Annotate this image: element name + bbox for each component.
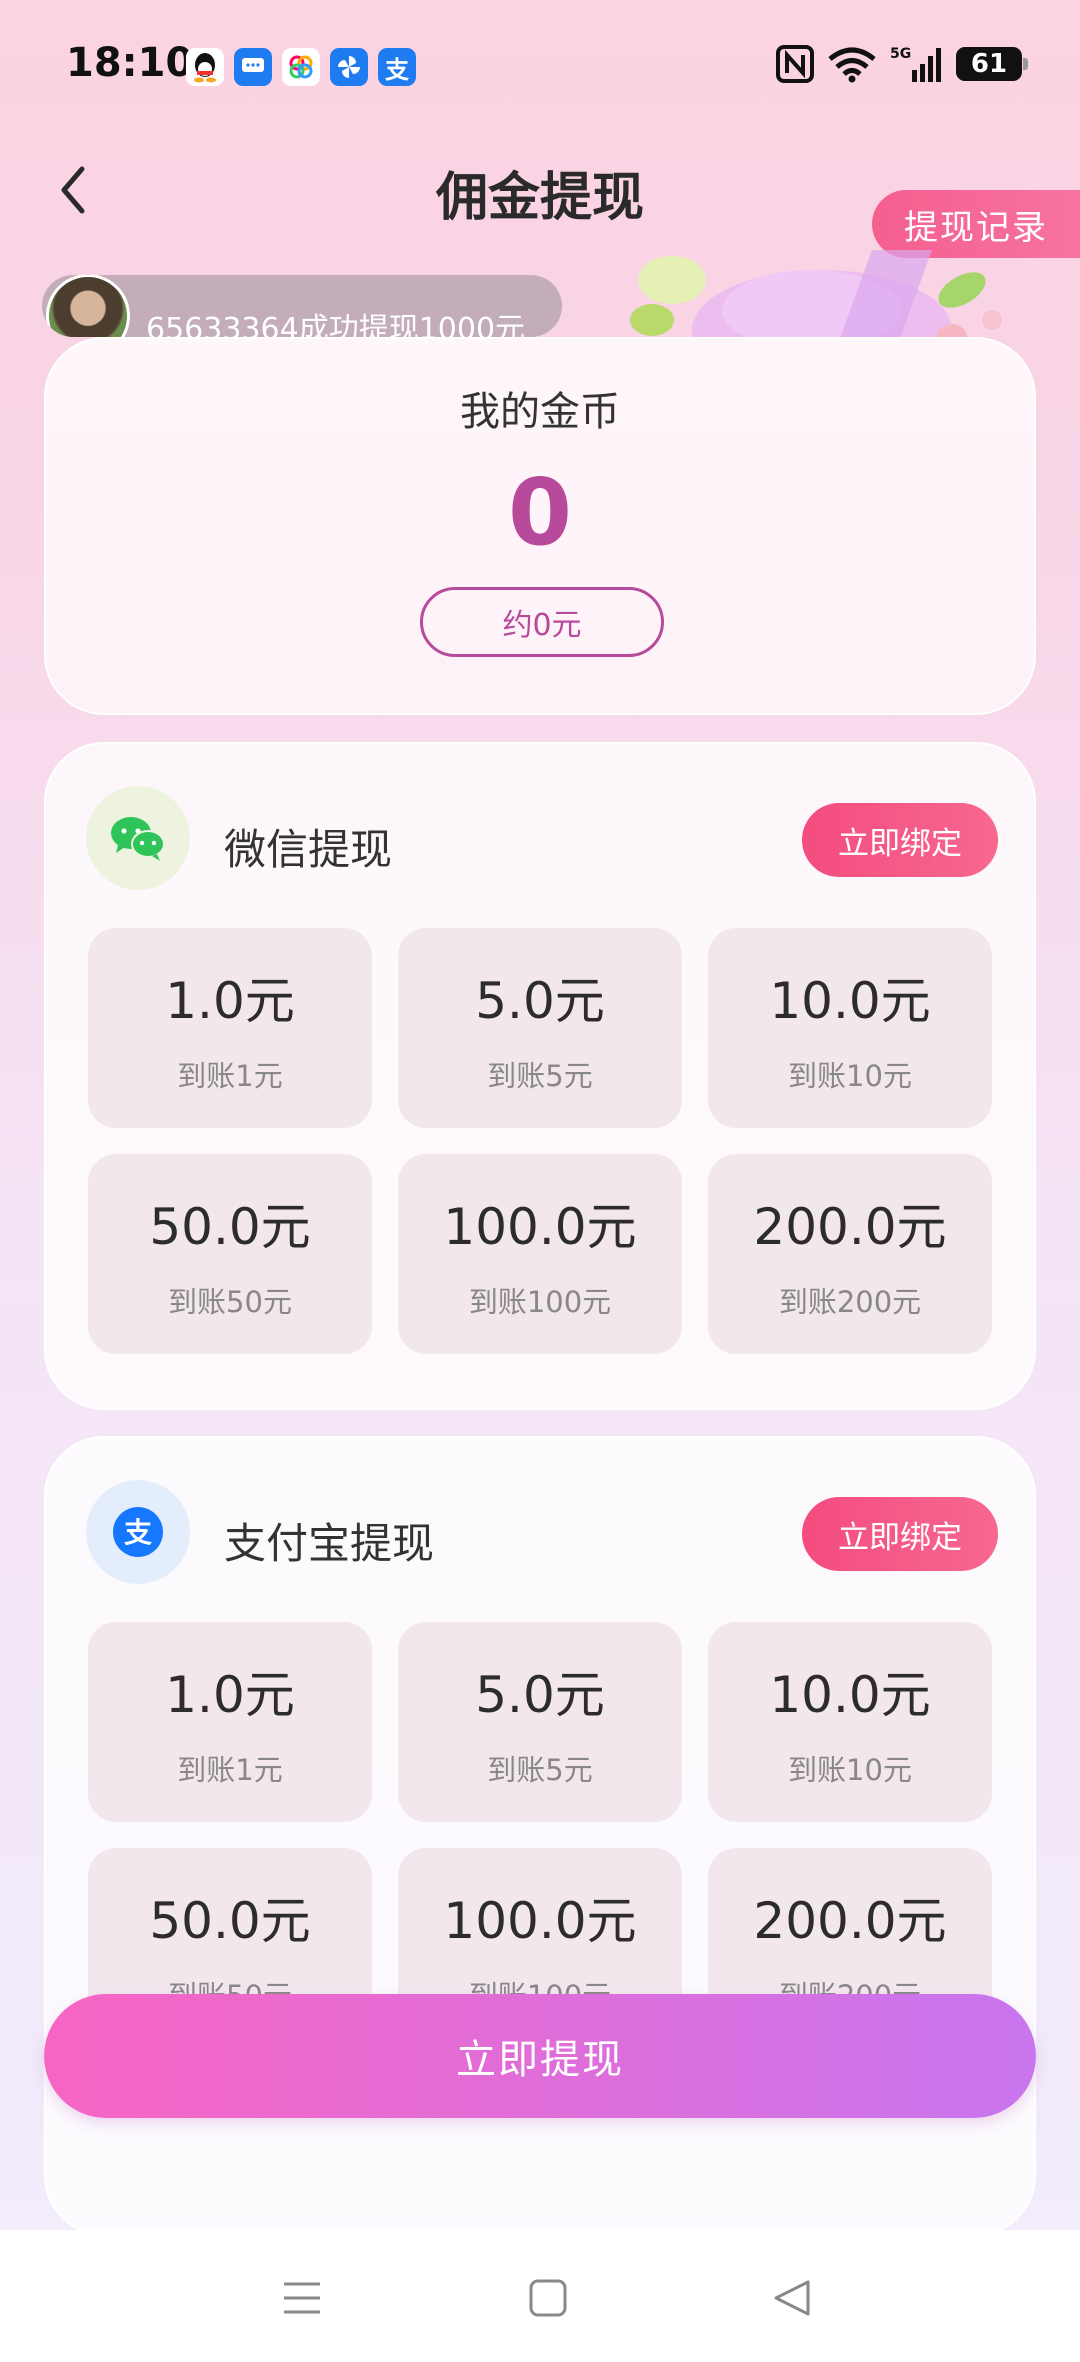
coin-value: 0: [507, 459, 572, 566]
amount-value: 50.0元: [149, 1198, 311, 1256]
alipay-bind-button[interactable]: 立即绑定: [802, 1497, 998, 1571]
alipay-icon: 支: [113, 1507, 163, 1557]
status-time: 18:10: [66, 40, 194, 86]
nfc-icon: [776, 45, 814, 83]
amount-received: 到账10元: [788, 1059, 912, 1093]
status-right: 5G 61: [776, 44, 1028, 84]
withdraw-record-button[interactable]: 提现记录: [872, 190, 1080, 258]
coin-title: 我的金币: [460, 389, 620, 435]
coin-card: 我的金币 0 约0元: [44, 337, 1036, 715]
signal-5g-icon: 5G: [890, 46, 941, 82]
amount-option[interactable]: 1.0元到账1元: [88, 928, 372, 1128]
alipay-header: 支 支付宝提现 立即绑定: [86, 1480, 998, 1584]
pinwheel-app-icon: [330, 48, 368, 86]
amount-option[interactable]: 50.0元到账50元: [88, 1154, 372, 1354]
amount-value: 100.0元: [443, 1198, 637, 1256]
withdraw-ticker: 65633364成功提现1000元: [42, 275, 562, 337]
amount-option[interactable]: 10.0元到账10元: [708, 1622, 992, 1822]
flower-decoration: [630, 250, 1002, 350]
amount-option[interactable]: 200.0元到账200元: [708, 1154, 992, 1354]
amount-value: 200.0元: [753, 1198, 947, 1256]
alipay-icon-badge: 支: [86, 1480, 190, 1584]
amount-option[interactable]: 1.0元到账1元: [88, 1622, 372, 1822]
svg-text:5G: 5G: [890, 46, 911, 62]
wifi-icon: [828, 47, 876, 83]
wechat-withdraw-card: 微信提现 立即绑定 1.0元到账1元 5.0元到账5元 10.0元到账10元 5…: [44, 742, 1036, 1410]
amount-received: 到账50元: [168, 1285, 292, 1319]
wechat-amount-grid: 1.0元 到账1元 5.0元 到账5元 10.0元 到账10元 50.0元 到账50元 …: [88, 928, 998, 1354]
amount-value: 200.0元: [753, 1892, 947, 1950]
menu-nav-button[interactable]: [272, 2268, 332, 2328]
amount-received: 到账100元: [468, 1285, 612, 1319]
amount-option[interactable]: 5.0元到账5元: [398, 1622, 682, 1822]
amount-value: 10.0元: [769, 1666, 931, 1724]
amount-received: 到账5元: [487, 1753, 593, 1787]
home-nav-button[interactable]: [518, 2268, 578, 2328]
message-icon: [234, 48, 272, 86]
menu-icon: [284, 2282, 320, 2314]
system-nav-bar: [0, 2230, 1080, 2362]
amount-option[interactable]: 5.0元到账5元: [398, 928, 682, 1128]
amount-value: 1.0元: [165, 972, 295, 1030]
amount-option[interactable]: 100.0元到账100元: [398, 1154, 682, 1354]
amount-value: 1.0元: [165, 1666, 295, 1724]
amount-value: 5.0元: [475, 1666, 605, 1724]
amount-received: 到账5元: [487, 1059, 593, 1093]
back-nav-button[interactable]: [762, 2268, 822, 2328]
notification-icons: 支: [186, 48, 416, 86]
triangle-back-icon: [774, 2280, 810, 2316]
square-home-icon: [529, 2279, 567, 2317]
wechat-icon: [111, 817, 165, 861]
alipay-app-icon: 支: [378, 48, 416, 86]
status-bar: 18:10 支 5G 61: [0, 0, 1080, 130]
battery-indicator: 61: [956, 47, 1028, 81]
svg-text:支: 支: [124, 1516, 152, 1549]
amount-received: 到账1元: [177, 1059, 283, 1093]
amount-value: 10.0元: [769, 972, 931, 1030]
alipay-amount-grid: 1.0元到账1元 5.0元到账5元 10.0元到账10元 50.0元到账50元 …: [88, 1622, 998, 2048]
ticker-text: 65633364成功提现1000元: [146, 312, 526, 337]
amount-option[interactable]: 10.0元到账10元: [708, 928, 992, 1128]
withdraw-now-button[interactable]: 立即提现: [44, 1994, 1036, 2118]
photos-icon: [282, 48, 320, 86]
wechat-title: 微信提现: [224, 825, 393, 874]
amount-received: 到账10元: [788, 1753, 912, 1787]
qq-icon: [186, 48, 224, 86]
coin-approx-value: 约0元: [420, 587, 664, 657]
amount-received: 到账1元: [177, 1753, 283, 1787]
alipay-title: 支付宝提现: [224, 1519, 435, 1568]
amount-value: 100.0元: [443, 1892, 637, 1950]
amount-value: 50.0元: [149, 1892, 311, 1950]
wechat-icon-badge: [86, 786, 190, 890]
avatar: [46, 275, 130, 337]
amount-value: 5.0元: [475, 972, 605, 1030]
amount-received: 到账200元: [778, 1285, 922, 1319]
wechat-bind-button[interactable]: 立即绑定: [802, 803, 998, 877]
wechat-header: 微信提现 立即绑定: [86, 786, 998, 890]
